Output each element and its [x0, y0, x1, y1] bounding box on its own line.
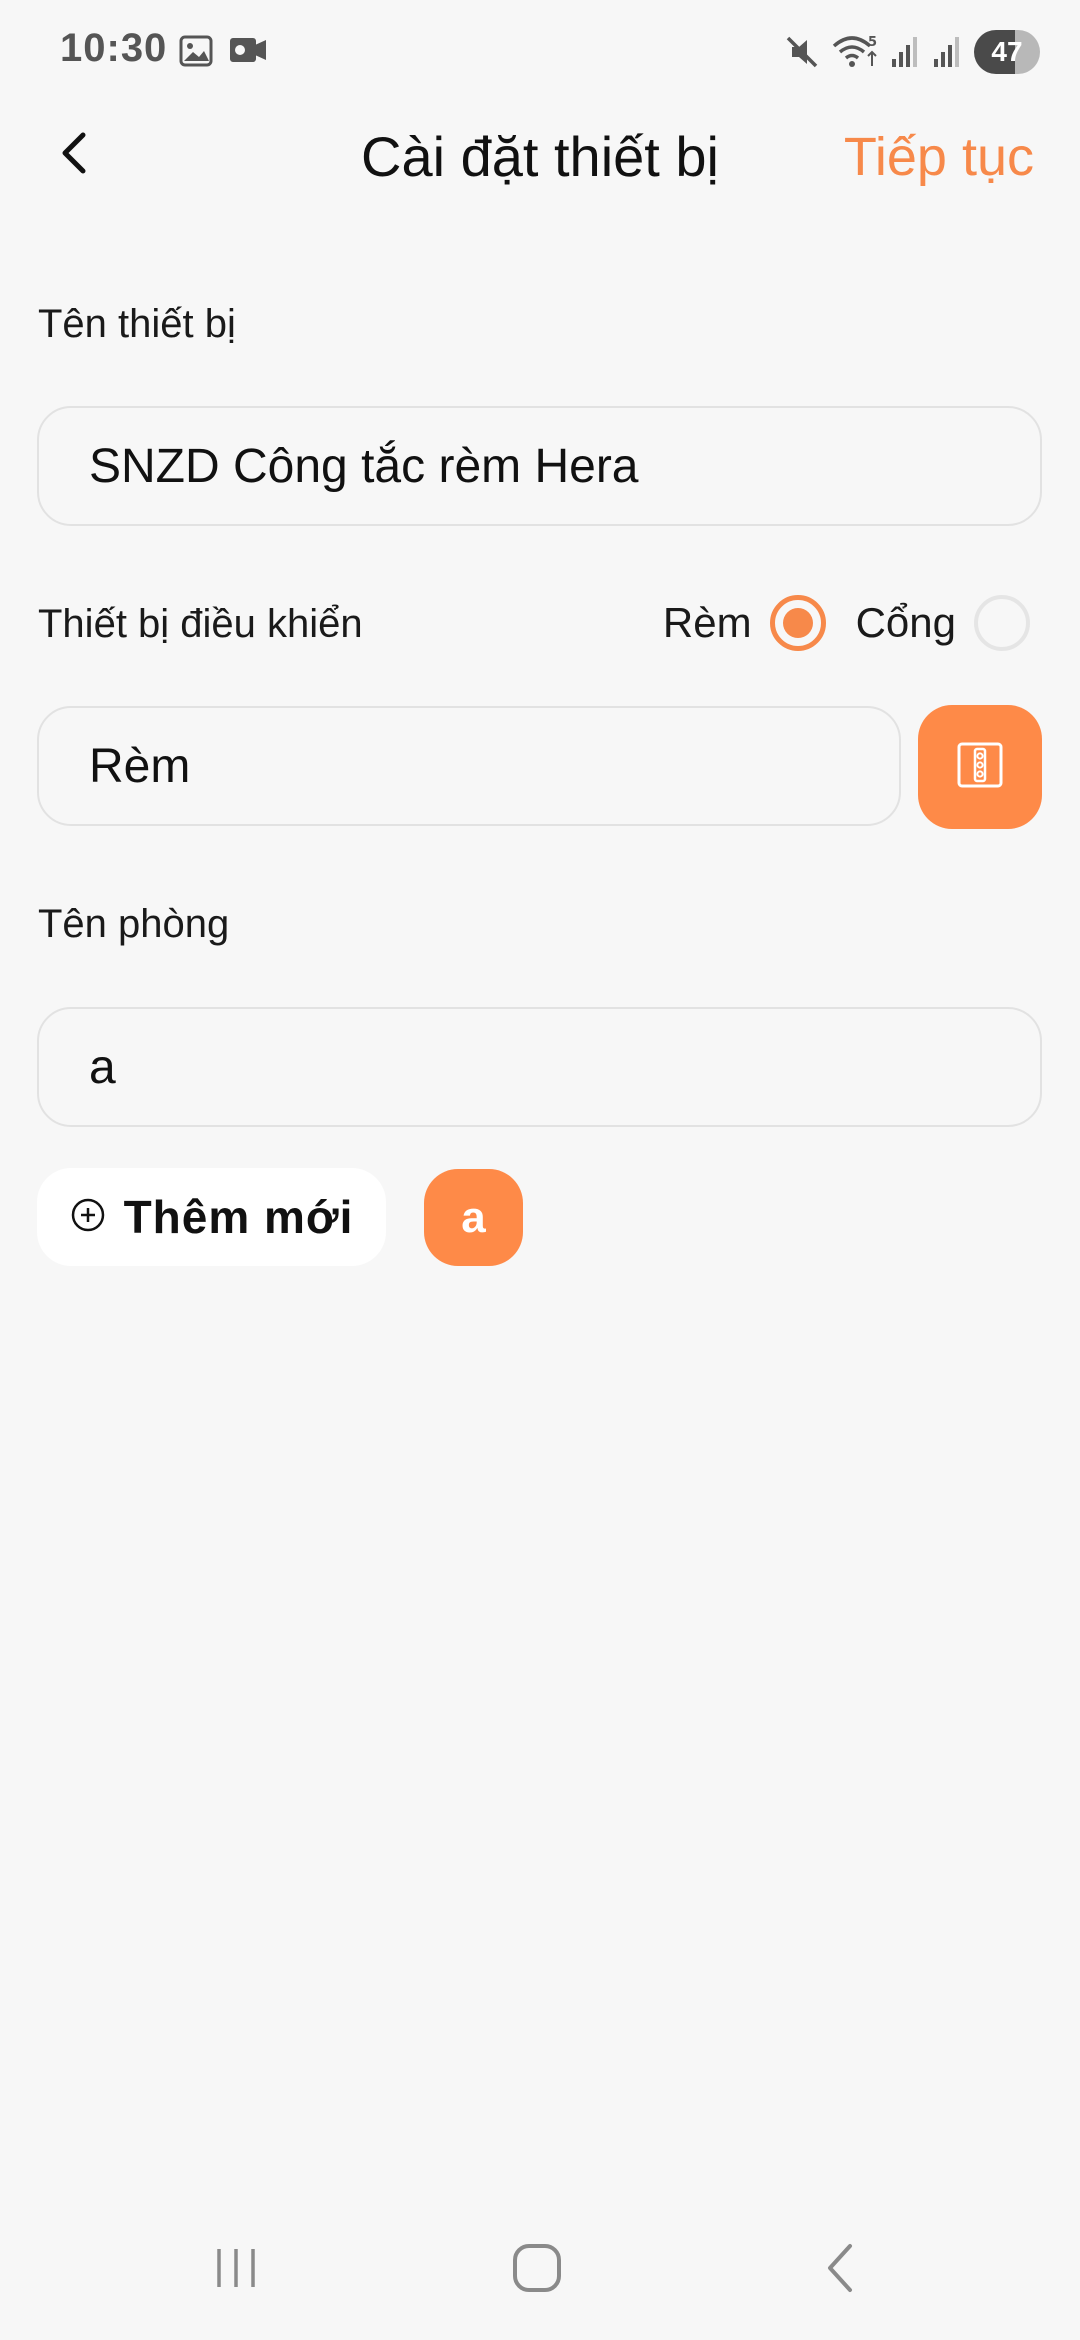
device-name-label: Tên thiết bị: [38, 302, 236, 346]
room-name-value: a: [89, 1040, 116, 1094]
plus-circle-icon: [70, 1197, 106, 1238]
home-button[interactable]: [497, 2230, 577, 2310]
status-left-icons: [178, 34, 268, 68]
screen-record-icon: [228, 34, 268, 68]
status-time: 10:30: [60, 26, 168, 70]
continue-button[interactable]: Tiếp tục: [844, 126, 1034, 188]
radio-option-label: Rèm: [662, 599, 752, 646]
controlled-device-value: Rèm: [89, 739, 191, 793]
device-name-value: SNZD Công tắc rèm Hera: [89, 439, 639, 493]
signal-icon: [932, 35, 962, 69]
status-right-icons: 5 47: [784, 30, 1040, 74]
controlled-device-input[interactable]: Rèm: [37, 706, 901, 826]
recent-apps-icon: [211, 2245, 261, 2296]
add-new-label: Thêm mới: [123, 1191, 354, 1243]
header: Cài đặt thiết bị Tiếp tục: [0, 100, 1080, 210]
room-name-label: Tên phòng: [38, 902, 230, 946]
controlled-device-radio-group: Rèm Cổng: [663, 595, 1030, 651]
radio-option-label: Cổng: [855, 599, 956, 646]
home-icon: [511, 2242, 563, 2299]
device-name-input[interactable]: SNZD Công tắc rèm Hera: [37, 406, 1042, 526]
curtain-switch-icon: [956, 741, 1004, 794]
radio-unselected-icon[interactable]: [974, 595, 1030, 651]
recent-apps-button[interactable]: [196, 2230, 276, 2310]
room-chip[interactable]: a: [424, 1169, 523, 1266]
mute-icon: [784, 34, 820, 70]
status-bar: 10:30 5 47: [0, 0, 1080, 100]
navigation-bar: [0, 2230, 1080, 2310]
system-back-button[interactable]: [800, 2230, 880, 2310]
gallery-icon: [178, 34, 214, 68]
battery-icon: 47: [974, 30, 1040, 74]
add-new-room-button[interactable]: Thêm mới: [37, 1168, 386, 1266]
signal-icon: [890, 35, 920, 69]
radio-option-gate[interactable]: Cổng: [856, 595, 1030, 651]
wifi-icon: 5: [832, 34, 878, 70]
radio-option-curtain[interactable]: Rèm: [663, 595, 826, 651]
device-type-button[interactable]: [918, 705, 1042, 829]
svg-text:5: 5: [868, 35, 877, 50]
radio-selected-icon[interactable]: [769, 595, 826, 651]
controlled-device-label: Thiết bị điều khiển: [38, 602, 363, 646]
chevron-left-icon: [820, 2242, 860, 2299]
room-name-input[interactable]: a: [37, 1007, 1042, 1127]
